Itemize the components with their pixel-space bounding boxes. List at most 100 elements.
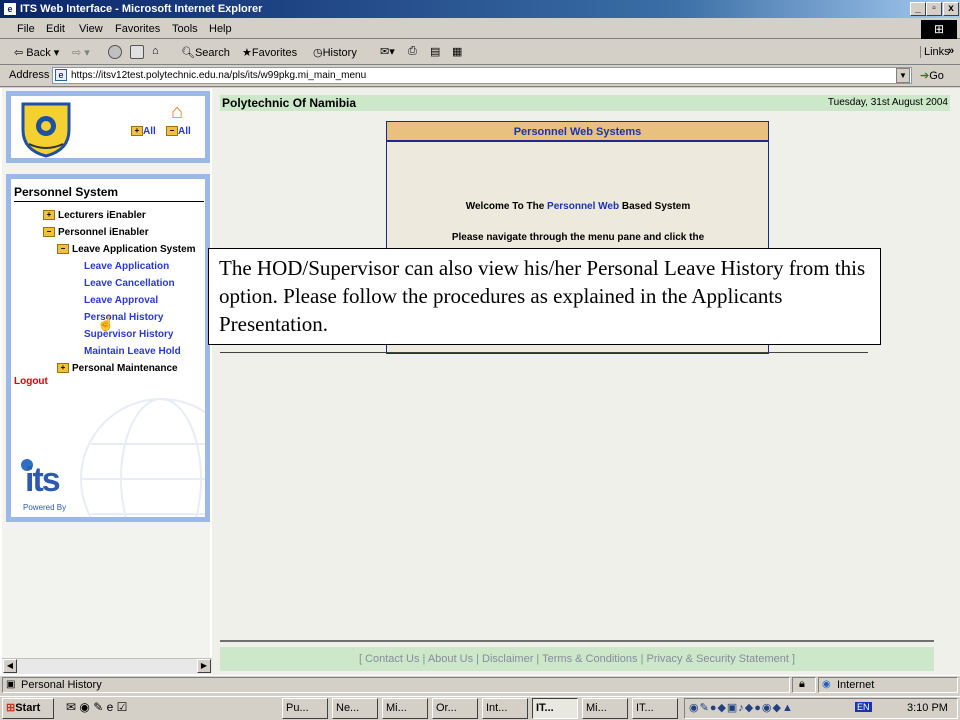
address-url: https://itsv12test.polytechnic.edu.na/pl… (71, 70, 367, 81)
link-maintain-leave-hold[interactable]: Maintain Leave Hold (84, 346, 181, 357)
zone-box: ◉ Internet (818, 677, 958, 693)
link-leave-cancellation[interactable]: Leave Cancellation (84, 278, 175, 289)
polytechnic-crest-icon (21, 102, 71, 158)
page-icon: e (55, 69, 67, 81)
discuss-icon[interactable]: ▦ (452, 45, 462, 58)
welcome-text: Welcome To The Personnel Web Based Syste… (388, 201, 768, 212)
window-title-bar[interactable]: ITS Web Interface - Microsoft Internet E… (0, 0, 960, 18)
tree-item-personnel[interactable]: − Personnel iEnabler (43, 227, 149, 238)
status-text-box: ▣ Personal History (2, 677, 790, 693)
address-dropdown-icon[interactable]: ▼ (896, 68, 910, 83)
menu-edit[interactable]: Edit (46, 23, 65, 35)
links-button[interactable]: Links (920, 46, 950, 58)
minimize-button[interactable]: _ (910, 2, 926, 16)
tree-label: Personal Maintenance (72, 363, 178, 374)
welcome-post: Based System (619, 201, 691, 212)
search-button[interactable]: 🔍︎Search (181, 46, 230, 59)
history-button[interactable]: ◷History (313, 46, 357, 59)
task-6-active[interactable]: IT... (532, 698, 578, 719)
start-label: Start (15, 702, 41, 714)
start-button[interactable]: ⊞Start (2, 698, 54, 719)
language-indicator[interactable]: EN (855, 702, 872, 712)
personnel-system-panel: Personnel System + Lecturers iEnabler − Pe… (6, 174, 210, 522)
its-logo: its (25, 461, 61, 499)
links-chevron-icon[interactable]: » (948, 45, 954, 57)
favorites-label: Favorites (251, 47, 298, 59)
pws-title: Personnel Web Systems (387, 122, 768, 142)
hand-cursor-icon: ☝ (97, 315, 115, 331)
expand-all-button[interactable]: + All (131, 126, 156, 137)
collapse-folder-icon: − (166, 126, 178, 137)
menu-view[interactable]: View (79, 23, 103, 35)
logout-link[interactable]: Logout (14, 376, 48, 387)
logo-panel: ⌂ + All − All (6, 91, 210, 163)
task-1[interactable]: Pu... (282, 698, 328, 719)
history-icon: ◷ (313, 47, 323, 59)
tree-item-leave-application-system[interactable]: − Leave Application System (57, 244, 196, 255)
powered-by-label: Powered By (23, 503, 67, 512)
menu-file[interactable]: File (17, 23, 35, 35)
forward-button[interactable]: ⇨ ▾ (72, 46, 90, 59)
windows-logo-icon: ⊞ (921, 20, 957, 39)
menu-favorites[interactable]: Favorites (115, 23, 160, 35)
favorites-icon: ★ (242, 47, 252, 59)
history-label: History (322, 47, 357, 59)
menu-tools[interactable]: Tools (172, 23, 198, 35)
navigate-text: Please navigate through the menu pane an… (451, 232, 705, 243)
presentation-callout: The HOD/Supervisor can also view his/her… (208, 248, 881, 345)
go-button[interactable]: ➔Go (920, 69, 944, 82)
clock: 3:10 PM (907, 702, 948, 714)
link-leave-application[interactable]: Leave Application (84, 261, 169, 272)
footer-rule (220, 640, 934, 642)
tree-item-lecturers[interactable]: + Lecturers iEnabler (43, 210, 146, 221)
favorites-button[interactable]: ★Favorites (242, 46, 297, 59)
task-3[interactable]: Mi... (382, 698, 428, 719)
link-personal-history[interactable]: Personal History (84, 312, 163, 323)
windows-flag-icon: ⊞ (6, 702, 16, 714)
panel-title: Personnel System (14, 185, 119, 199)
lock-icon: 🔒︎ (792, 677, 816, 693)
home-house-icon[interactable]: ⌂ (171, 101, 183, 124)
quicklaunch-icons[interactable]: ✉ ◉ ✎ e ☑ (66, 700, 127, 714)
go-arrow-icon: ➔ (920, 70, 930, 82)
refresh-icon[interactable] (130, 45, 146, 59)
header-date: Tuesday, 31st August 2004 (827, 97, 948, 108)
tray-icons[interactable]: ◉✎●◆▣♪◆●◉◆▲ (689, 701, 794, 714)
edit-icon[interactable]: ▤ (430, 45, 440, 58)
address-input[interactable]: e https://itsv12test.polytechnic.edu.na/… (52, 67, 912, 84)
address-label: Address (9, 69, 50, 81)
folder-plus-icon: + (43, 210, 55, 221)
back-button[interactable]: ⇦ Back ▾ (14, 46, 59, 59)
task-8[interactable]: IT... (632, 698, 678, 719)
tree-label: Leave Application System (72, 244, 196, 255)
task-5[interactable]: Int... (482, 698, 528, 719)
scroll-left-icon[interactable]: ◀ (3, 659, 17, 673)
search-icon: 🔍︎ (181, 47, 195, 59)
task-7[interactable]: Mi... (582, 698, 628, 719)
window-title: ITS Web Interface - Microsoft Internet E… (20, 3, 263, 15)
status-page-icon: ▣ (6, 679, 16, 690)
task-4[interactable]: Or... (432, 698, 478, 719)
folder-plus-icon: + (57, 363, 69, 374)
back-arrow-icon: ⇦ (14, 47, 24, 59)
menu-frame-scrollbar[interactable] (2, 658, 212, 674)
maximize-button[interactable]: ▫ (926, 2, 942, 16)
close-button[interactable]: x (943, 2, 959, 16)
expand-all-label: All (143, 126, 156, 137)
home-icon[interactable]: ⌂ (152, 45, 159, 57)
tree-item-personal-maintenance[interactable]: + Personal Maintenance (57, 363, 178, 374)
link-leave-approval[interactable]: Leave Approval (84, 295, 158, 306)
scroll-right-icon[interactable]: ▶ (197, 659, 211, 673)
ie-app-icon[interactable]: e (3, 2, 17, 16)
divider (14, 201, 204, 202)
task-2[interactable]: Ne... (332, 698, 378, 719)
status-text: Personal History (21, 679, 102, 691)
print-icon[interactable]: ⎙ (408, 45, 417, 58)
collapse-all-button[interactable]: − All (166, 126, 191, 137)
menu-help[interactable]: Help (209, 23, 232, 35)
footer-links[interactable]: [ Contact Us | About Us | Disclaimer | T… (220, 647, 934, 671)
folder-minus-icon: − (57, 244, 69, 255)
org-name: Polytechnic Of Namibia (222, 96, 357, 110)
stop-icon[interactable] (108, 45, 124, 59)
mail-icon[interactable]: ✉▾ (380, 45, 395, 58)
